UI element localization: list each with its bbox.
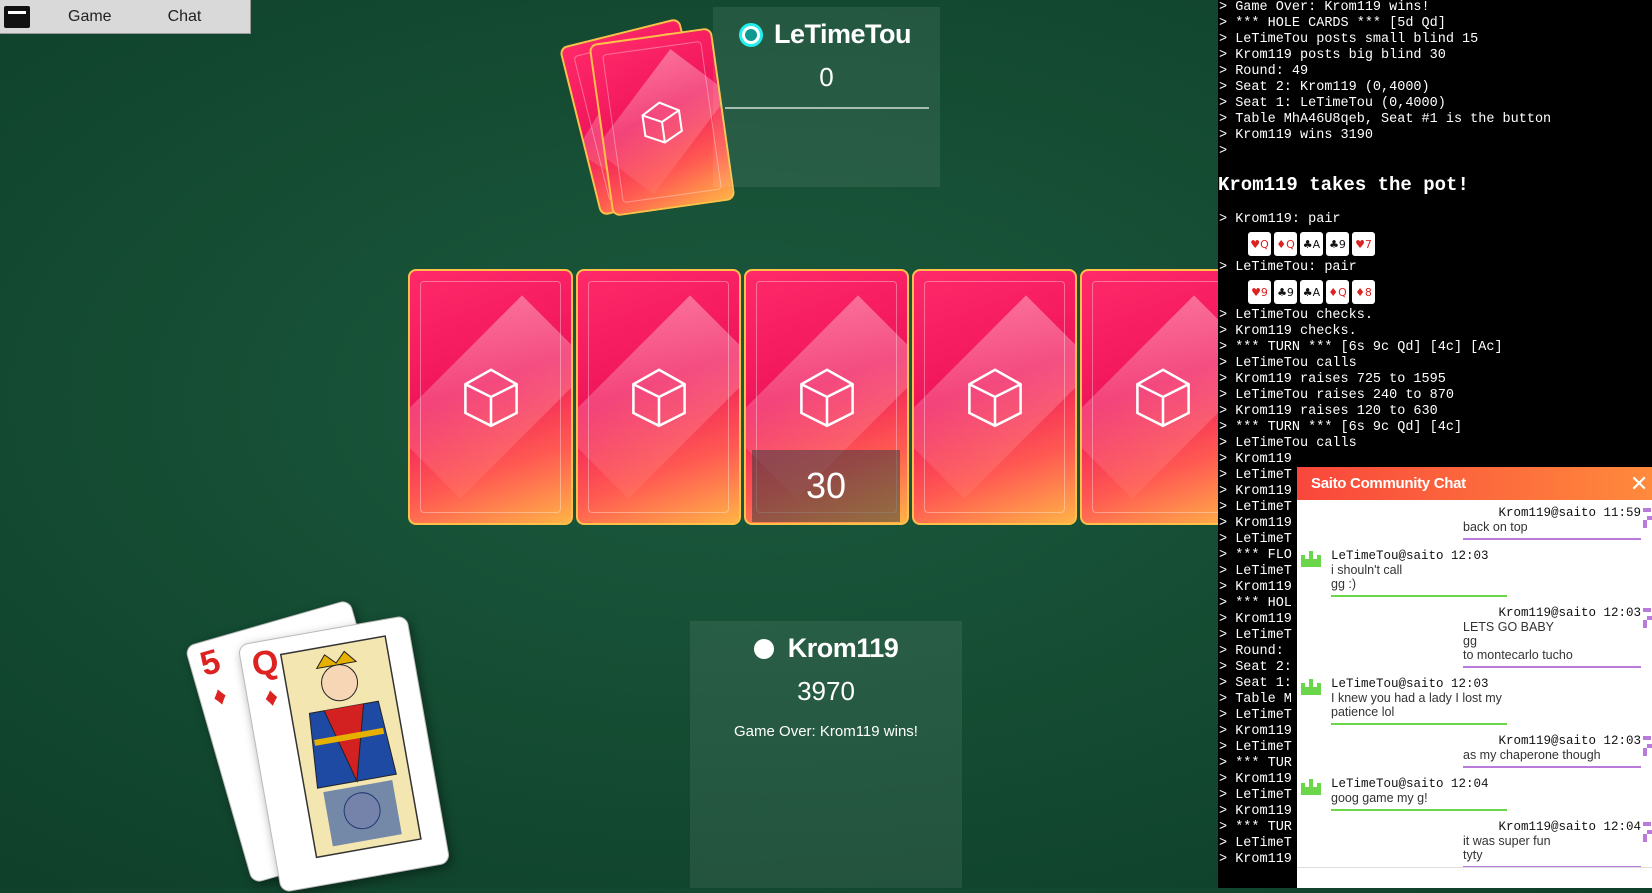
- community-card-4: [912, 269, 1077, 525]
- avatar-icon[interactable]: [1643, 822, 1652, 842]
- log-line: > Krom119: [1219, 452, 1292, 467]
- chat-text: back on top: [1463, 520, 1528, 534]
- mini-card: ♦Q: [1274, 232, 1297, 256]
- avatar-icon[interactable]: [1301, 779, 1321, 799]
- active-indicator-icon: [741, 25, 760, 44]
- log-line: > LeTimeTou checks.: [1219, 308, 1373, 323]
- chat-text: LETS GO BABY: [1463, 620, 1555, 634]
- chat-message: Krom119@saito 12:04 it was super fun tyty: [1463, 820, 1652, 868]
- chat-messages[interactable]: Krom119@saito 11:59 back on top LeTimeTou@…: [1297, 500, 1652, 868]
- chat-message: LeTimeTou@saito 12:03 i shouln't call gg :…: [1301, 549, 1507, 597]
- log-lines-top: > Game Over: Krom119 wins! > *** HOLE CAR…: [1218, 0, 1652, 160]
- log-line: > *** HOLE CARDS *** [5d Qd]: [1219, 16, 1446, 31]
- log-line: > LeTimeTou posts small blind 15: [1219, 32, 1479, 47]
- chat-message: Krom119@saito 12:03 LETS GO BABY gg to mont…: [1463, 606, 1652, 668]
- chat-header[interactable]: Saito Community Chat ✕: [1297, 467, 1652, 500]
- avatar-icon[interactable]: [1643, 736, 1652, 756]
- chat-meta: LeTimeTou@saito 12:03: [1331, 549, 1489, 563]
- player-chips: 3970: [797, 676, 855, 706]
- log-line: > Seat 2: Krom119 (0,4000): [1219, 80, 1430, 95]
- chat-text: it was super fun: [1463, 834, 1551, 848]
- opponent-name: LeTimeTou: [773, 19, 912, 49]
- cube-icon: [967, 368, 1022, 428]
- log-line: > *** TURN *** [6s 9c Qd] [4c]: [1219, 420, 1463, 435]
- chat-input[interactable]: [1297, 867, 1652, 888]
- chat-text: gg :): [1331, 577, 1357, 591]
- chat-meta: Krom119@saito 12:03: [1498, 734, 1641, 748]
- mini-card: ♣9: [1326, 232, 1349, 256]
- avatar-icon[interactable]: [1301, 679, 1321, 699]
- mini-card: ♣A: [1300, 232, 1323, 256]
- log-line: > Table MhA46U8qeb, Seat #1 is the butto…: [1219, 112, 1552, 127]
- chat-meta: Krom119@saito 12:04: [1498, 820, 1641, 834]
- chat-meta: Krom119@saito 12:03: [1498, 606, 1641, 620]
- chat-meta: LeTimeTou@saito 12:04: [1331, 777, 1489, 791]
- chat-text: i shouln't call: [1331, 563, 1403, 577]
- cube-icon: [1135, 368, 1190, 428]
- close-icon[interactable]: ✕: [1630, 471, 1648, 497]
- community-card-2: [576, 269, 741, 525]
- mini-card: ♦8: [1352, 280, 1375, 304]
- log-line: > Krom119 raises 725 to 1595: [1219, 372, 1446, 387]
- chat-meta: LeTimeTou@saito 12:03: [1331, 677, 1489, 691]
- player-indicator-icon: [753, 638, 774, 659]
- log-line: > Round: 49: [1219, 64, 1309, 79]
- chat-title: Saito Community Chat: [1311, 475, 1466, 492]
- log-line: > LeTimeTou calls: [1219, 436, 1357, 451]
- menu-icon[interactable]: [4, 5, 30, 28]
- top-menu: Game Chat: [0, 0, 251, 34]
- log-line: > Krom119 wins 3190: [1219, 128, 1373, 143]
- avatar-icon[interactable]: [1643, 508, 1652, 528]
- chat-text: as my chaperone though: [1463, 748, 1601, 762]
- player-panel: Krom119 3970 Game Over: Krom119 wins!: [690, 621, 962, 888]
- menu-item-game[interactable]: Game: [40, 8, 140, 26]
- cube-icon: [463, 368, 518, 428]
- mini-card: ♥Q: [1248, 232, 1271, 256]
- avatar-icon[interactable]: [1301, 551, 1321, 571]
- opponent-chips: 0: [819, 62, 834, 92]
- chat-text: goog game my g!: [1331, 791, 1428, 805]
- chat-text: gg: [1463, 634, 1477, 648]
- mini-card: ♣9: [1274, 280, 1297, 304]
- log-line: > LeTimeTou raises 240 to 870: [1219, 388, 1454, 403]
- log-line: > Krom119 posts big blind 30: [1219, 48, 1446, 63]
- queen-portrait-icon: [279, 635, 422, 859]
- cube-icon: [799, 368, 854, 428]
- player-name: Krom119: [787, 633, 899, 663]
- chat-message: Krom119@saito 12:03 as my chaperone thoug…: [1463, 734, 1652, 768]
- opponent-panel: LeTimeTou 0: [713, 7, 940, 187]
- community-card-1: [408, 269, 573, 525]
- menu-item-chat[interactable]: Chat: [140, 8, 230, 26]
- community-chat: Saito Community Chat ✕ Krom119@saito 11:…: [1297, 467, 1652, 888]
- chat-text: I knew you had a lady I lost my patience…: [1331, 691, 1502, 719]
- log-line: > Game Over: Krom119 wins!: [1219, 0, 1430, 15]
- log-line: > Krom119 raises 120 to 630: [1219, 404, 1438, 419]
- chat-message: LeTimeTou@saito 12:04 goog game my g!: [1301, 777, 1507, 811]
- cube-icon: [631, 368, 686, 428]
- log-hand1-label: > Krom119: pair: [1219, 212, 1341, 227]
- mini-card: ♦Q: [1326, 280, 1349, 304]
- chat-meta: Krom119@saito 11:59: [1498, 506, 1641, 520]
- log-line: > LeTimeTou calls: [1219, 356, 1357, 371]
- mini-card: ♥9: [1248, 280, 1271, 304]
- chat-text: to montecarlo tucho: [1463, 648, 1573, 662]
- log-hand1-cards: ♥Q ♦Q ♣A ♣9 ♥7: [1248, 232, 1652, 256]
- chat-message: LeTimeTou@saito 12:03 I knew you had a la…: [1301, 677, 1507, 725]
- log-hand2-label: > LeTimeTou: pair: [1219, 260, 1357, 275]
- pot-amount: 30: [752, 450, 900, 522]
- divider: [724, 107, 929, 109]
- chat-text: tyty: [1463, 848, 1483, 862]
- game-status: Game Over: Krom119 wins!: [734, 723, 918, 740]
- mini-card: ♥7: [1352, 232, 1375, 256]
- cube-icon: [641, 101, 683, 144]
- log-line: > Krom119 checks.: [1219, 324, 1357, 339]
- log-line: >: [1219, 144, 1228, 159]
- log-headline: Krom119 takes the pot!: [1218, 174, 1469, 196]
- log-line: > *** TURN *** [6s 9c Qd] [4c] [Ac]: [1219, 340, 1503, 355]
- avatar-icon[interactable]: [1643, 608, 1652, 628]
- log-hand2-cards: ♥9 ♣9 ♣A ♦Q ♦8: [1248, 280, 1652, 304]
- mini-card: ♣A: [1300, 280, 1323, 304]
- chat-message: Krom119@saito 11:59 back on top: [1463, 506, 1652, 540]
- log-line: > Seat 1: LeTimeTou (0,4000): [1219, 96, 1446, 111]
